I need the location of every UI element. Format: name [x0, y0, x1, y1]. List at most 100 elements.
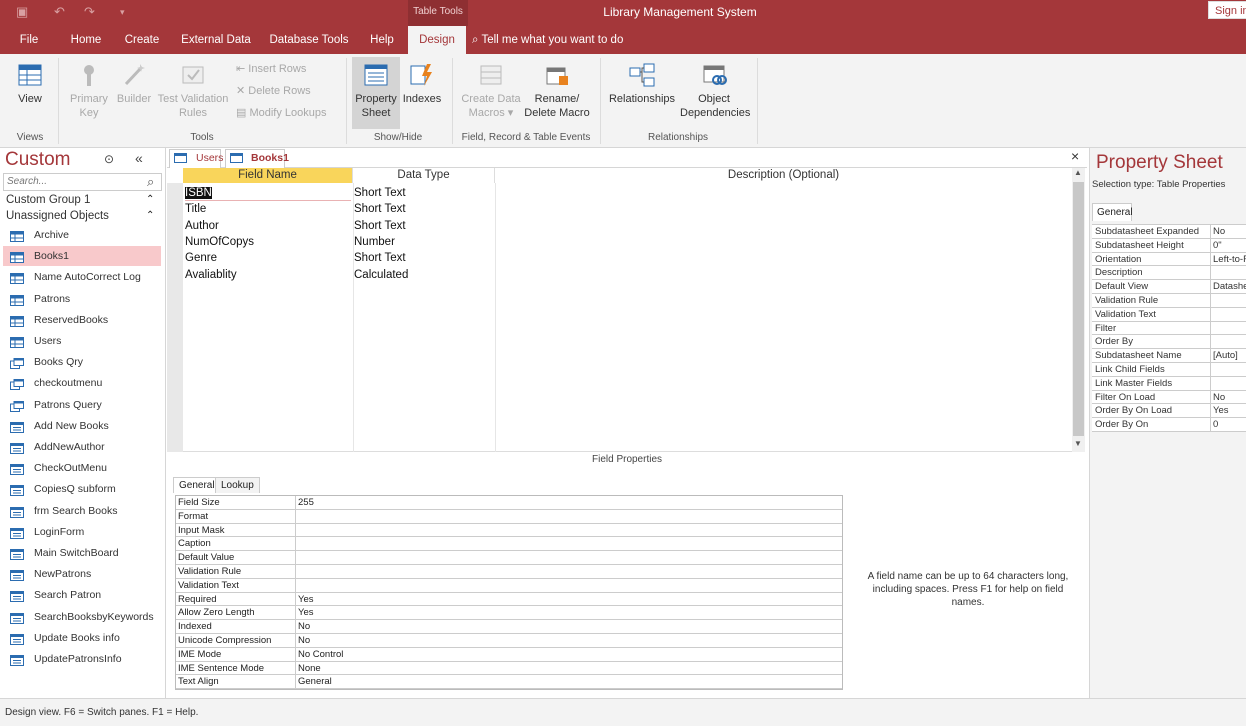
property-value[interactable]: No: [1213, 225, 1246, 238]
property-value[interactable]: 255: [298, 496, 314, 509]
collapse-pane-icon[interactable]: «: [135, 150, 143, 166]
tab-design[interactable]: Design: [408, 26, 466, 54]
undo-icon[interactable]: ↶: [54, 4, 65, 20]
nav-item-archive[interactable]: Archive: [3, 225, 161, 245]
tab-file[interactable]: File: [8, 26, 50, 54]
nav-item-books-qry[interactable]: Books Qry: [3, 352, 161, 372]
nav-item-addnewauthor[interactable]: AddNewAuthor: [3, 437, 161, 457]
nav-item-main-switchboard[interactable]: Main SwitchBoard: [3, 543, 161, 563]
field-property-row[interactable]: Caption: [176, 537, 842, 552]
nav-item-reservedbooks[interactable]: ReservedBooks: [3, 310, 161, 330]
field-property-row[interactable]: Input Mask: [176, 523, 842, 538]
collapse-group-icon[interactable]: ⌃: [146, 210, 154, 221]
property-value[interactable]: No: [298, 620, 310, 633]
property-value[interactable]: No: [1213, 391, 1246, 404]
property-value[interactable]: Datasheet: [1213, 280, 1246, 293]
customize-qat-icon[interactable]: ▾: [120, 7, 125, 18]
field-property-row[interactable]: Default Value: [176, 551, 842, 565]
field-name-cell[interactable]: NumOfCopys: [185, 234, 351, 250]
modify-lookups-button[interactable]: ▤ Modify Lookups: [236, 106, 327, 119]
table-property-row[interactable]: Filter On Load No: [1092, 390, 1246, 405]
property-value[interactable]: Left-to-Right: [1213, 253, 1246, 266]
insert-rows-button[interactable]: ⇤ Insert Rows: [236, 62, 306, 75]
nav-item-search-patron[interactable]: Search Patron: [3, 585, 161, 605]
field-property-row[interactable]: Text Align General: [176, 675, 842, 690]
nav-item-users[interactable]: Users: [3, 331, 161, 351]
property-value[interactable]: Yes: [298, 606, 314, 619]
rename-delete-macro-button[interactable]: Rename/Delete Macro: [522, 62, 592, 120]
nav-item-newpatrons[interactable]: NewPatrons: [3, 564, 161, 584]
field-property-row[interactable]: IME Mode No Control: [176, 647, 842, 662]
builder-button[interactable]: Builder: [114, 62, 154, 106]
nav-item-searchbooksbykeywords[interactable]: SearchBooksbyKeywords: [3, 607, 161, 627]
property-value[interactable]: 0": [1213, 239, 1246, 252]
tab-create[interactable]: Create: [118, 26, 166, 54]
field-property-row[interactable]: Validation Text: [176, 578, 842, 593]
table-property-row[interactable]: Order By On 0: [1092, 418, 1246, 432]
field-name-cell[interactable]: Title: [185, 201, 351, 217]
relationships-button[interactable]: Relationships: [606, 62, 678, 106]
fp-tab-lookup[interactable]: Lookup: [215, 477, 260, 493]
column-header-description[interactable]: Description (Optional): [495, 168, 1072, 183]
nav-search-input[interactable]: Search...: [3, 173, 162, 191]
nav-group-custom-group-1[interactable]: Custom Group 1: [6, 194, 90, 206]
primary-key-button[interactable]: Primary Key: [64, 62, 114, 120]
field-name-cell[interactable]: Avaliablity: [185, 267, 351, 283]
field-property-row[interactable]: Required Yes: [176, 592, 842, 607]
column-header-field-name[interactable]: Field Name: [183, 168, 353, 183]
nav-item-books1[interactable]: Books1: [3, 246, 161, 267]
field-property-row[interactable]: IME Sentence Mode None: [176, 661, 842, 676]
table-property-row[interactable]: Default ViewDatasheet: [1092, 280, 1246, 294]
nav-menu-chevron-icon[interactable]: ⊙: [104, 152, 114, 166]
property-value[interactable]: 0: [1213, 418, 1246, 431]
vertical-scrollbar[interactable]: ▲ ▼: [1072, 168, 1085, 452]
nav-group-unassigned-objects[interactable]: Unassigned Objects: [6, 210, 109, 222]
tab-database-tools[interactable]: Database Tools: [264, 26, 354, 54]
doc-tab-books1[interactable]: Books1: [225, 149, 289, 168]
sign-in-button[interactable]: Sign in: [1208, 1, 1246, 19]
fp-tab-general[interactable]: General: [173, 477, 221, 493]
property-value[interactable]: [Auto]: [1213, 349, 1246, 362]
field-property-row[interactable]: Indexed No: [176, 620, 842, 634]
table-property-row[interactable]: Filter: [1092, 321, 1246, 336]
table-property-row[interactable]: Order By: [1092, 335, 1246, 350]
table-property-row[interactable]: Description: [1092, 266, 1246, 281]
table-property-row[interactable]: Subdatasheet Height 0": [1092, 238, 1246, 253]
table-property-row[interactable]: Subdatasheet Expanded No: [1092, 225, 1246, 239]
property-value[interactable]: No: [298, 634, 310, 647]
nav-item-frm-search-books[interactable]: frm Search Books: [3, 501, 161, 521]
scroll-down-icon[interactable]: ▼: [1074, 439, 1082, 448]
nav-item-copiesq-subform[interactable]: CopiesQ subform: [3, 479, 161, 499]
tab-home[interactable]: Home: [62, 26, 110, 54]
table-property-row[interactable]: Subdatasheet Name [Auto]: [1092, 349, 1246, 363]
field-property-row[interactable]: Unicode Compression No: [176, 633, 842, 648]
close-icon[interactable]: ×: [1071, 148, 1079, 164]
save-icon[interactable]: ▣: [16, 4, 28, 20]
object-dependencies-button[interactable]: Object Dependencies: [680, 62, 750, 120]
nav-item-loginform[interactable]: LoginForm: [3, 522, 161, 542]
field-name-cell[interactable]: Genre: [185, 250, 351, 266]
field-property-row[interactable]: Field Size 255: [176, 496, 842, 510]
data-type-cell[interactable]: Number: [354, 234, 494, 250]
collapse-group-icon[interactable]: ⌃: [146, 194, 154, 205]
doc-tab-users[interactable]: Users: [169, 149, 223, 168]
field-property-row[interactable]: Format: [176, 509, 842, 524]
table-property-row[interactable]: Order By On Load Yes: [1092, 404, 1246, 419]
ps-tab-general[interactable]: General: [1092, 203, 1133, 221]
view-button[interactable]: View: [8, 62, 52, 106]
table-property-row[interactable]: OrientationLeft-to-Right: [1092, 252, 1246, 267]
property-value[interactable]: Yes: [1213, 404, 1246, 417]
data-type-cell[interactable]: Short Text: [354, 185, 494, 201]
table-property-row[interactable]: Link Master Fields: [1092, 376, 1246, 391]
data-type-cell[interactable]: Short Text: [354, 250, 494, 266]
table-property-row[interactable]: Validation Text: [1092, 307, 1246, 322]
data-type-cell[interactable]: Calculated: [354, 267, 494, 283]
delete-rows-button[interactable]: ✕ Delete Rows: [236, 84, 311, 97]
nav-item-name-autocorrect-log[interactable]: Name AutoCorrect Log: [3, 267, 161, 287]
redo-icon[interactable]: ↷: [84, 4, 95, 20]
table-property-row[interactable]: Link Child Fields: [1092, 362, 1246, 377]
nav-item-checkoutmenu[interactable]: CheckOutMenu: [3, 458, 161, 478]
property-value[interactable]: Yes: [298, 593, 314, 606]
indexes-button[interactable]: Indexes: [402, 62, 442, 106]
scroll-thumb[interactable]: [1073, 182, 1084, 436]
